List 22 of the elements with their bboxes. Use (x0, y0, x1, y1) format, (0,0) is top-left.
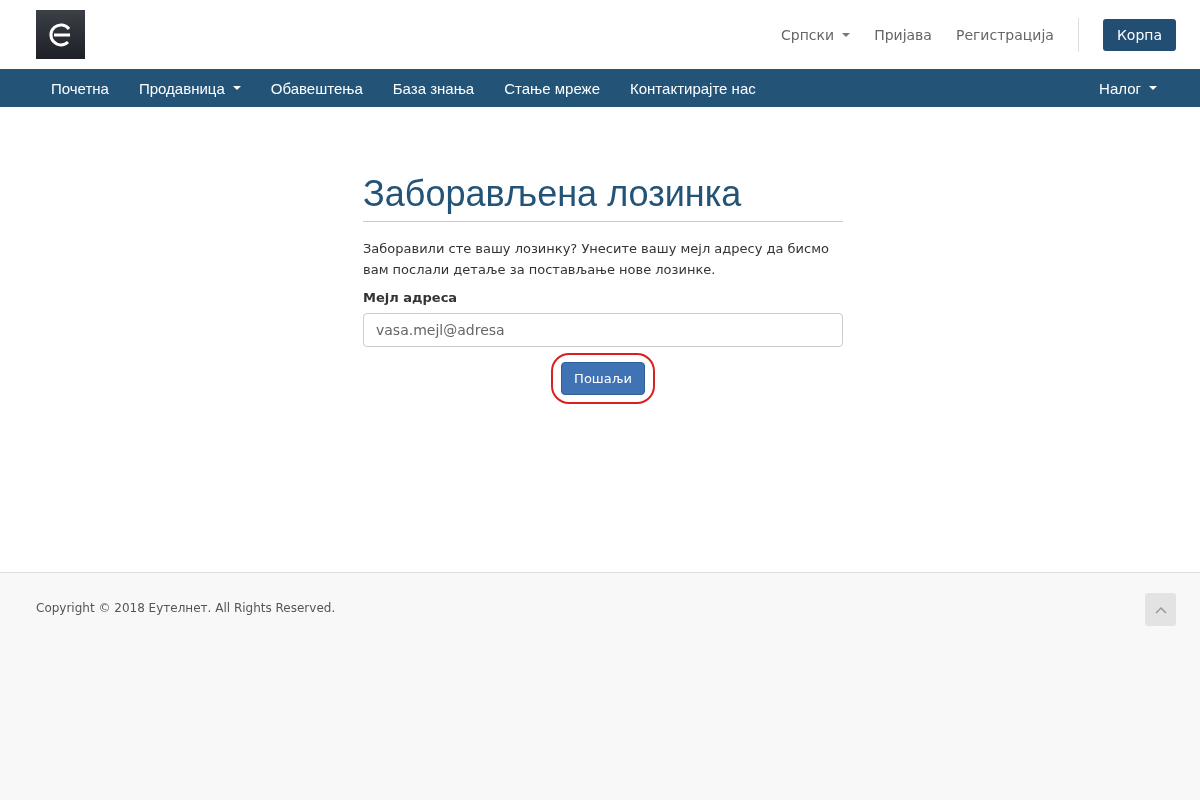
top-link[interactable]: Пријава (874, 26, 932, 43)
top-link[interactable]: Српски (781, 26, 851, 43)
nav-item[interactable]: База знања (377, 79, 490, 97)
email-field[interactable]: vasa.mejl@adresa (363, 313, 843, 347)
nav-item[interactable]: Контактирајте нас (615, 79, 771, 97)
caret-icon (842, 32, 851, 37)
chevron-up-icon (1154, 605, 1167, 614)
field-label: Мејл адреса (363, 290, 459, 305)
page-title: Заборављена лозинка (363, 173, 843, 222)
cart-button[interactable]: Корпа (1102, 18, 1176, 51)
copyright-text: Copyright © 2018 Еутелнет. All Rights Reserved. (36, 601, 336, 615)
submit-button[interactable]: Пошаљи (561, 362, 645, 395)
logo-icon[interactable] (36, 10, 85, 59)
nav-item[interactable]: Продавница (123, 79, 256, 97)
nav-item[interactable]: Стање мреже (489, 79, 615, 97)
intro-text: Заборавили сте вашу лозинку? Унесите вашу мејл адресу да бисмо вам послали детаље за постављање нове лозинке. (363, 240, 830, 279)
top-link[interactable]: Регистрација (955, 26, 1054, 43)
caret-icon (232, 86, 241, 90)
nav-item[interactable]: Почетна (36, 79, 124, 97)
account-menu[interactable]: Налог (1084, 79, 1172, 97)
caret-icon (1149, 86, 1157, 90)
nav-item[interactable]: Обавештења (255, 79, 378, 97)
